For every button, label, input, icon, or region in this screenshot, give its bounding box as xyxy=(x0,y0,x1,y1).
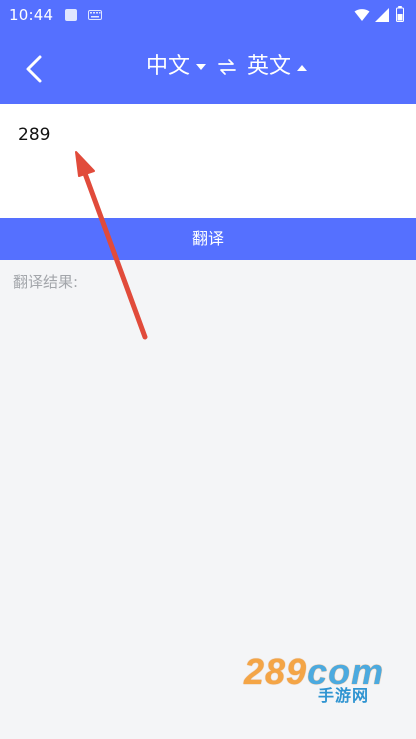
source-language-select[interactable]: 中文 xyxy=(146,51,207,83)
target-language-select[interactable]: 英文 xyxy=(247,51,308,83)
translate-button[interactable]: 翻译 xyxy=(0,218,416,260)
a-icon xyxy=(65,9,77,21)
translation-header: 中文 英文 xyxy=(0,34,416,104)
battery-icon xyxy=(396,6,404,22)
swap-languages-button[interactable] xyxy=(217,58,237,76)
target-language-label: 英文 xyxy=(247,54,292,79)
status-time: 10:44 xyxy=(9,6,54,24)
caret-up-icon xyxy=(297,64,308,71)
watermark-subtitle: 手游网 xyxy=(318,686,370,705)
signal-icon xyxy=(375,8,389,22)
translation-result-label: 翻译结果: xyxy=(13,273,79,291)
status-bar: 10:44 xyxy=(0,0,416,34)
watermark-logo: 289com 手游网 xyxy=(244,652,398,712)
caret-down-icon xyxy=(196,63,207,70)
source-text-value: 289 xyxy=(18,125,51,145)
wifi-icon xyxy=(354,9,370,21)
keyboard-icon xyxy=(88,10,102,20)
back-button[interactable] xyxy=(14,50,52,88)
watermark-brand-number: 289 xyxy=(244,651,308,692)
swap-icon xyxy=(218,59,236,75)
source-language-label: 中文 xyxy=(146,54,191,79)
chevron-left-icon xyxy=(26,55,42,83)
source-text-input[interactable]: 289 xyxy=(0,104,416,218)
